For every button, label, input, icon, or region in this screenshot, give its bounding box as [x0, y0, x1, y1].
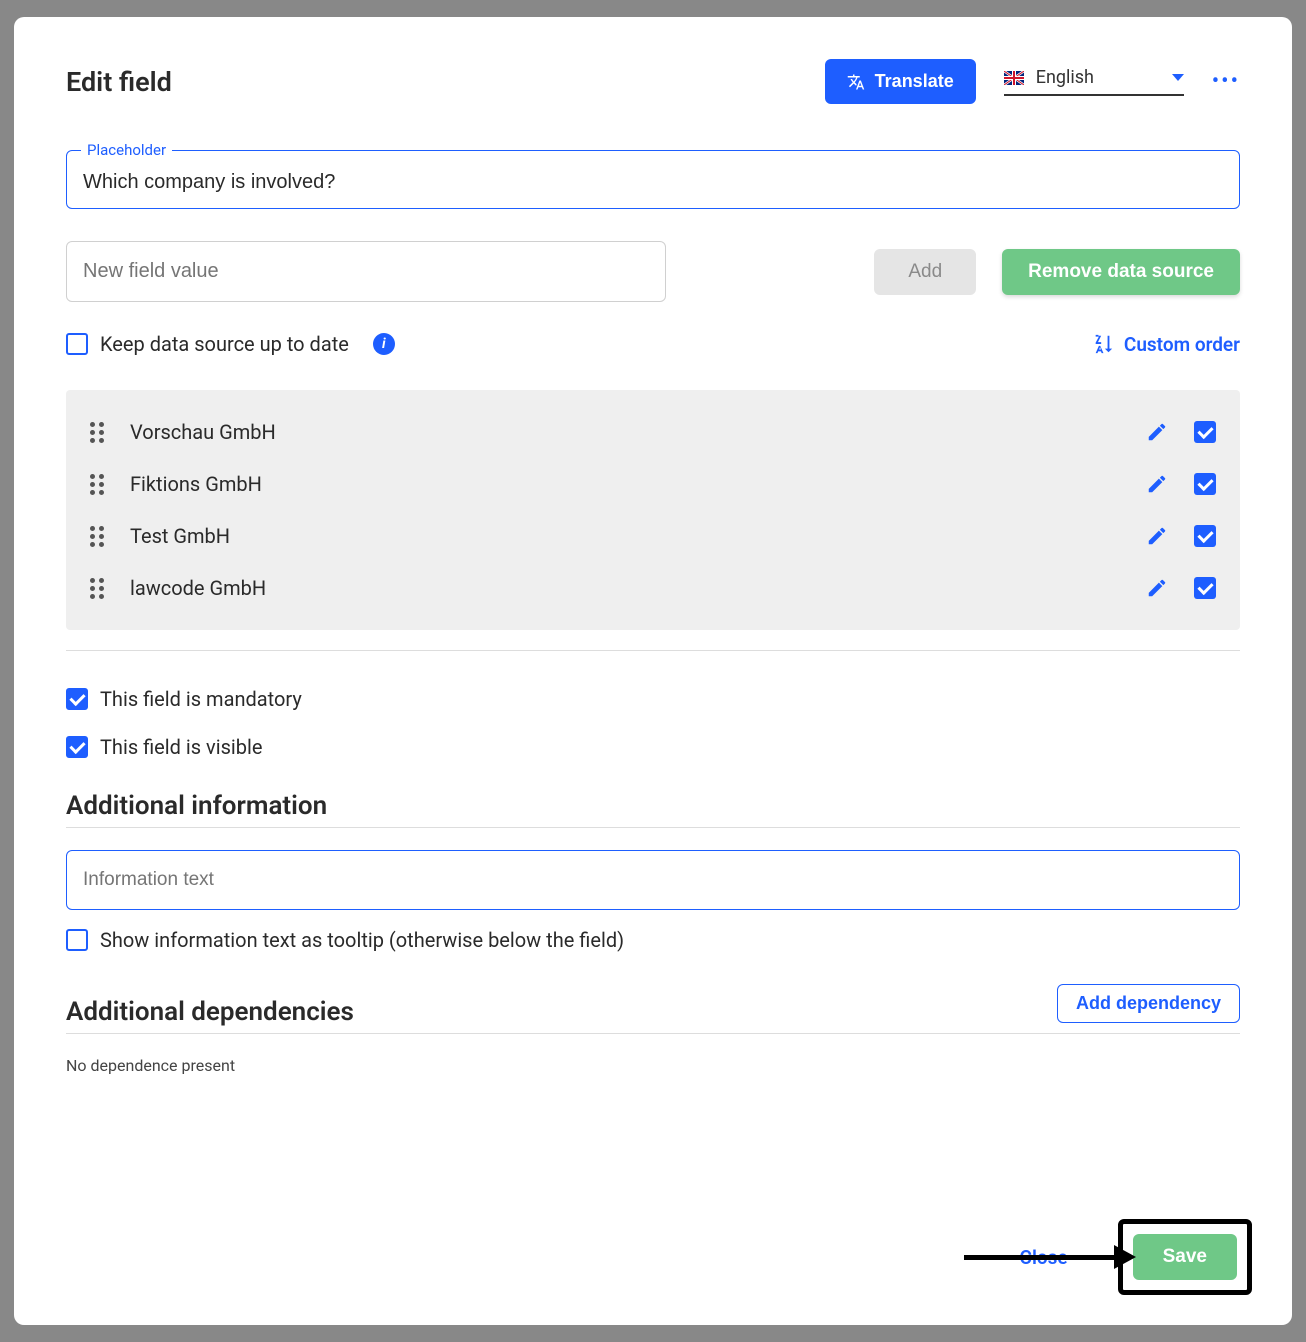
- translate-icon: [847, 73, 865, 91]
- save-button[interactable]: Save: [1133, 1234, 1237, 1280]
- translate-button[interactable]: Translate: [825, 59, 976, 104]
- information-text-input[interactable]: [66, 850, 1240, 910]
- keep-ds-label: Keep data source up to date: [100, 332, 349, 356]
- additional-info-title: Additional information: [66, 791, 1240, 828]
- chevron-down-icon: [1172, 74, 1184, 81]
- tooltip-label: Show information text as tooltip (otherw…: [100, 928, 624, 952]
- placeholder-field-group: Placeholder: [66, 150, 1240, 209]
- drag-handle-icon[interactable]: [90, 526, 104, 547]
- edit-icon[interactable]: [1146, 577, 1168, 599]
- add-dependency-button[interactable]: Add dependency: [1057, 984, 1240, 1023]
- remove-data-source-button[interactable]: Remove data source: [1002, 249, 1240, 295]
- new-value-input[interactable]: [66, 241, 666, 302]
- visible-checkbox[interactable]: [66, 736, 88, 758]
- mandatory-label: This field is mandatory: [100, 687, 302, 711]
- edit-field-modal: Edit field Translate English ••• Placeho…: [14, 17, 1292, 1325]
- item-label: Test GmbH: [130, 524, 1120, 548]
- item-checkbox[interactable]: [1194, 577, 1216, 599]
- keep-ds-checkbox[interactable]: [66, 333, 88, 355]
- add-button[interactable]: Add: [874, 249, 976, 295]
- keep-left: Keep data source up to date i: [66, 332, 395, 356]
- dependencies-header: Additional dependencies Add dependency: [66, 984, 1240, 1034]
- edit-icon[interactable]: [1146, 525, 1168, 547]
- annotation-arrow-icon: [964, 1245, 1136, 1269]
- item-checkbox[interactable]: [1194, 421, 1216, 443]
- list-item: Vorschau GmbH: [66, 406, 1240, 458]
- uk-flag-icon: [1004, 71, 1024, 85]
- drag-handle-icon[interactable]: [90, 474, 104, 495]
- add-value-row: Add Remove data source: [66, 241, 1240, 302]
- list-item: Test GmbH: [66, 510, 1240, 562]
- modal-title: Edit field: [66, 66, 172, 98]
- save-highlight-box: Save: [1118, 1219, 1252, 1295]
- drag-handle-icon[interactable]: [90, 422, 104, 443]
- keep-custom-row: Keep data source up to date i Custom ord…: [66, 332, 1240, 356]
- tooltip-checkbox[interactable]: [66, 929, 88, 951]
- language-select[interactable]: English: [1004, 67, 1184, 96]
- header-actions: Translate English •••: [825, 59, 1240, 104]
- language-label: English: [1036, 67, 1160, 88]
- visible-label: This field is visible: [100, 735, 262, 759]
- no-dependency-text: No dependence present: [66, 1056, 1240, 1075]
- placeholder-input[interactable]: [83, 171, 1223, 194]
- item-label: lawcode GmbH: [130, 576, 1120, 600]
- drag-handle-icon[interactable]: [90, 578, 104, 599]
- edit-icon[interactable]: [1146, 421, 1168, 443]
- list-item: lawcode GmbH: [66, 562, 1240, 614]
- modal-header: Edit field Translate English •••: [66, 59, 1240, 104]
- item-label: Fiktions GmbH: [130, 472, 1120, 496]
- custom-order-label: Custom order: [1124, 333, 1240, 356]
- value-list: Vorschau GmbH Fiktions GmbH Test GmbH la…: [66, 390, 1240, 630]
- placeholder-label: Placeholder: [81, 141, 172, 159]
- tooltip-row: Show information text as tooltip (otherw…: [66, 928, 1240, 952]
- sort-az-icon: [1092, 333, 1114, 355]
- item-checkbox[interactable]: [1194, 525, 1216, 547]
- translate-label: Translate: [875, 71, 954, 92]
- list-item: Fiktions GmbH: [66, 458, 1240, 510]
- dependencies-title: Additional dependencies: [66, 997, 354, 1027]
- more-menu-icon[interactable]: •••: [1212, 69, 1240, 94]
- mandatory-checkbox[interactable]: [66, 688, 88, 710]
- visible-row: This field is visible: [66, 735, 1240, 759]
- item-checkbox[interactable]: [1194, 473, 1216, 495]
- custom-order-button[interactable]: Custom order: [1092, 333, 1240, 356]
- edit-icon[interactable]: [1146, 473, 1168, 495]
- divider: [66, 650, 1240, 651]
- mandatory-row: This field is mandatory: [66, 687, 1240, 711]
- item-label: Vorschau GmbH: [130, 420, 1120, 444]
- modal-footer: Close Save: [964, 1219, 1252, 1295]
- info-icon[interactable]: i: [373, 333, 395, 355]
